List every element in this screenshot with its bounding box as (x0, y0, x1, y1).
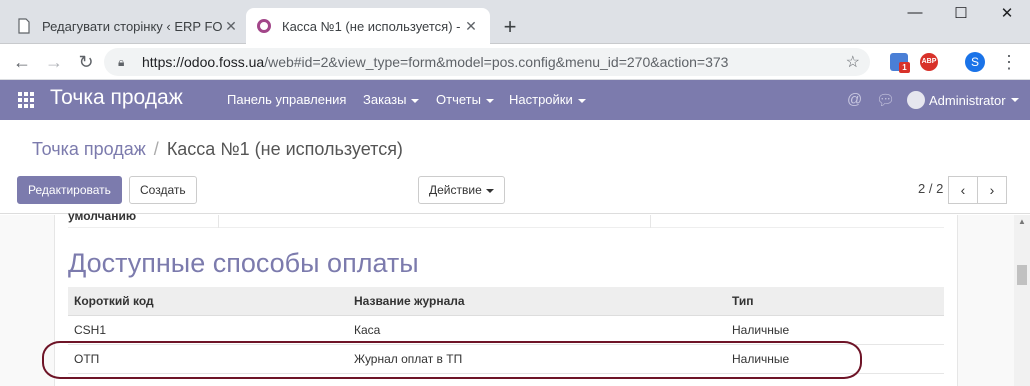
user-name: Administrator (929, 92, 1006, 108)
table-row[interactable]: CSH1 Каса Наличные (68, 315, 944, 345)
reload-icon[interactable]: ↻ (74, 50, 98, 74)
maximize-icon[interactable]: ☐ (950, 4, 972, 22)
odoo-navbar: Точка продаж Панель управления Заказы От… (0, 80, 1030, 120)
scroll-up-icon[interactable]: ▲ (1018, 217, 1026, 226)
apps-grid-icon[interactable] (18, 92, 34, 108)
control-panel: Точка продаж / Касса №1 (не используется) … (0, 120, 1030, 214)
menu-settings-label: Настройки (509, 92, 573, 107)
menu-reports-label: Отчеты (436, 92, 481, 107)
previous-field-label: умолчанию (68, 209, 137, 223)
breadcrumb-separator: / (153, 139, 159, 159)
pager-previous-button[interactable]: ‹ (948, 176, 978, 204)
pager-next-button[interactable]: › (977, 176, 1007, 204)
odoo-logo-icon (257, 19, 271, 33)
column-header-code[interactable]: Короткий код (68, 287, 348, 316)
breadcrumb: Точка продаж / Касса №1 (не используется) (32, 139, 403, 160)
create-button[interactable]: Создать (129, 176, 197, 204)
scrollbar-thumb[interactable] (1017, 265, 1027, 285)
previous-field-row: умолчанию (68, 209, 944, 228)
browser-tab-odoo[interactable]: Касса №1 (не используется) - О ✕ (246, 8, 490, 44)
address-bar[interactable]: 🔒︎ https://odoo.foss.ua/web#id=2&view_ty… (104, 48, 870, 76)
cell-code: CSH1 (68, 315, 348, 345)
action-dropdown[interactable]: Действие (418, 176, 505, 204)
tab-title: Редагувати сторінку ‹ ERP FOSS (42, 18, 222, 34)
highlight-annotation (42, 341, 862, 379)
menu-orders-label: Заказы (363, 92, 407, 107)
browser-toolbar: ← → ↻ 🔒︎ https://odoo.foss.ua/web#id=2&v… (0, 44, 1030, 80)
bookmark-star-icon[interactable]: ☆ (846, 52, 860, 72)
back-arrow-icon[interactable]: ← (10, 50, 34, 74)
edit-button[interactable]: Редактировать (17, 176, 122, 204)
url-host: https://odoo.foss.ua (142, 54, 265, 70)
menu-orders[interactable]: Заказы (363, 92, 419, 107)
menu-dashboard[interactable]: Панель управления (227, 92, 346, 107)
url-path: /web#id=2&view_type=form&model=pos.confi… (264, 54, 729, 70)
profile-avatar[interactable]: S (965, 52, 985, 72)
section-title: Доступные способы оплаты (68, 248, 419, 278)
menu-settings[interactable]: Настройки (509, 92, 586, 107)
new-tab-button[interactable]: + (498, 14, 522, 40)
close-tab-icon[interactable]: ✕ (462, 18, 480, 35)
tab-title: Касса №1 (не используется) - О (282, 18, 462, 34)
breadcrumb-current: Касса №1 (не используется) (166, 139, 403, 159)
chat-icon[interactable]: 💬︎ (876, 91, 895, 109)
menu-reports[interactable]: Отчеты (436, 92, 494, 107)
cell-journal: Каса (348, 315, 726, 345)
action-dropdown-label: Действие (429, 183, 494, 197)
vertical-scrollbar[interactable]: ▲ (1014, 215, 1030, 386)
adblock-icon[interactable]: ABP (920, 53, 938, 71)
at-icon[interactable]: @ (847, 91, 862, 108)
user-avatar (907, 91, 925, 109)
document-icon (18, 18, 30, 34)
forward-arrow-icon[interactable]: → (42, 50, 66, 74)
app-brand[interactable]: Точка продаж (50, 86, 183, 110)
column-header-journal[interactable]: Название журнала (348, 287, 726, 316)
user-menu[interactable]: Administrator (907, 91, 1019, 109)
browser-tab-wordpress[interactable]: Редагувати сторінку ‹ ERP FOSS ✕ (6, 8, 250, 44)
pager-value: 2 / 2 (918, 181, 944, 196)
extension-badge: 1 (899, 62, 910, 73)
close-tab-icon[interactable]: ✕ (222, 18, 240, 35)
minimize-icon[interactable]: — (904, 4, 926, 21)
cell-type: Наличные (726, 315, 944, 345)
table-header-row: Короткий код Название журнала Тип (68, 287, 944, 316)
close-window-icon[interactable]: ✕ (996, 4, 1018, 22)
lock-icon: 🔒︎ (118, 54, 125, 69)
column-header-type[interactable]: Тип (726, 287, 944, 316)
browser-menu-icon[interactable]: ⋮ (1000, 52, 1018, 72)
browser-tab-strip: Редагувати сторінку ‹ ERP FOSS ✕ Касса №… (0, 0, 1030, 44)
extension-icon[interactable]: 1 (890, 53, 910, 73)
breadcrumb-parent[interactable]: Точка продаж (32, 139, 146, 159)
